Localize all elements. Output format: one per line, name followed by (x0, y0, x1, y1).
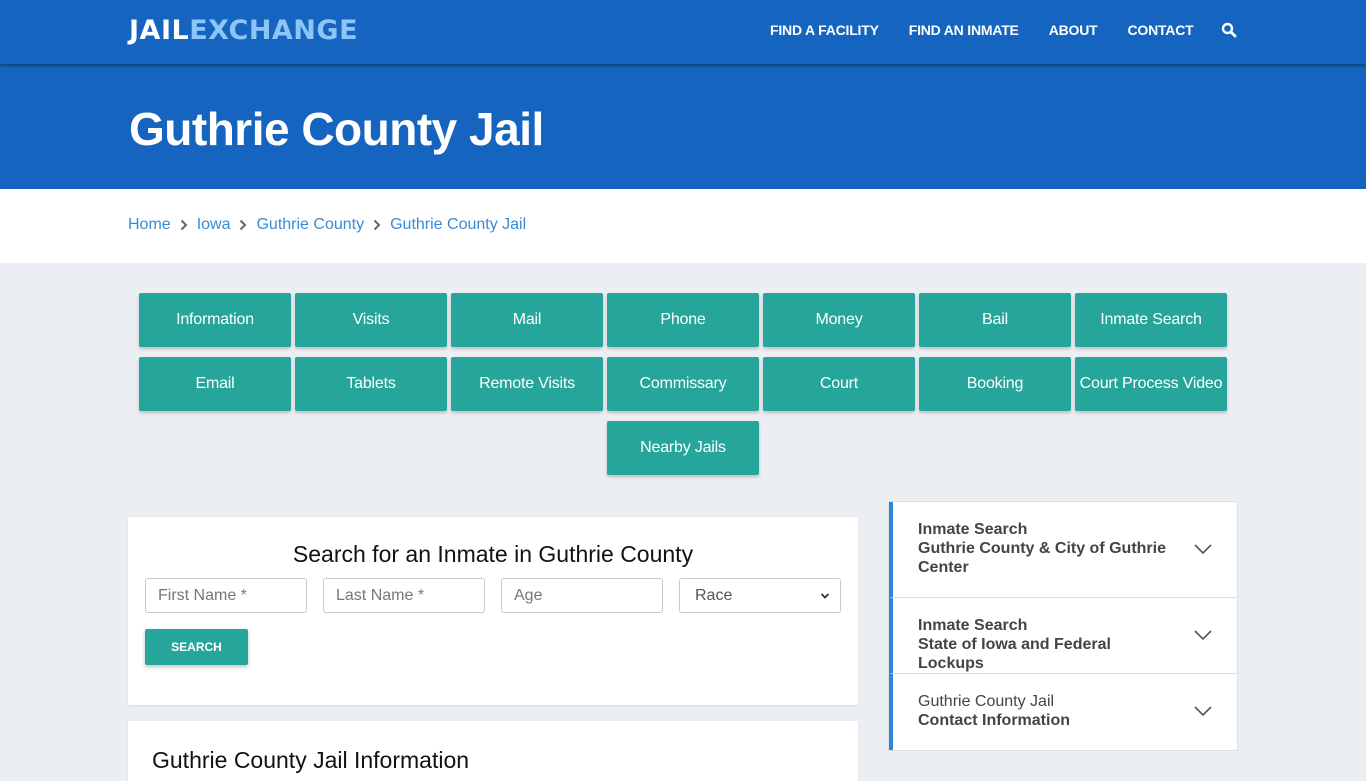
first-name-input[interactable] (145, 578, 307, 613)
tile-information[interactable]: Information (139, 293, 291, 347)
tile-inmate-search[interactable]: Inmate Search (1075, 293, 1227, 347)
chevron-right-icon (234, 217, 252, 233)
logo-jail: JAIL (129, 15, 190, 46)
nav-find-a-facility[interactable]: FIND A FACILITY (770, 22, 879, 38)
tile-visits[interactable]: Visits (295, 293, 447, 347)
accordion-contact-information[interactable]: Guthrie County Jail Contact Information (889, 674, 1237, 750)
tile-email[interactable]: Email (139, 357, 291, 411)
accordion-line1: Guthrie County Jail (918, 693, 1055, 710)
breadcrumb-guthrie-county[interactable]: Guthrie County (256, 216, 364, 234)
tile-commissary[interactable]: Commissary (607, 357, 759, 411)
chevron-right-icon (175, 217, 193, 233)
chevron-down-icon (820, 587, 830, 605)
breadcrumb-guthrie-county-jail[interactable]: Guthrie County Jail (390, 216, 526, 234)
tile-nearby-jails[interactable]: Nearby Jails (607, 421, 759, 475)
breadcrumb-bar: Home Iowa Guthrie County Guthrie County … (0, 189, 1366, 263)
tile-bail[interactable]: Bail (919, 293, 1071, 347)
race-select[interactable]: Race (679, 578, 841, 613)
chevron-right-icon (368, 217, 386, 233)
tile-court[interactable]: Court (763, 357, 915, 411)
search-button[interactable]: SEARCH (145, 629, 248, 665)
page-title: Guthrie County Jail (129, 103, 544, 155)
tile-tablets[interactable]: Tablets (295, 357, 447, 411)
site-logo[interactable]: JAILEXCHANGE (129, 15, 358, 46)
nav-contact[interactable]: CONTACT (1127, 22, 1193, 38)
nav-find-an-inmate[interactable]: FIND AN INMATE (909, 22, 1019, 38)
breadcrumb-home[interactable]: Home (128, 216, 171, 234)
accordion-state-inmate-search[interactable]: Inmate Search State of Iowa and Federal … (889, 598, 1237, 674)
search-icon[interactable] (1221, 22, 1237, 38)
accordion-line1: Inmate Search (918, 521, 1028, 538)
breadcrumb-iowa[interactable]: Iowa (197, 216, 231, 234)
accordion-line2: Guthrie County & City of Guthrie Center (918, 540, 1166, 576)
accordion-line1: Inmate Search (918, 617, 1028, 634)
inmate-search-card: Search for an Inmate in Guthrie County R… (128, 517, 858, 705)
tile-court-process-video[interactable]: Court Process Video (1075, 357, 1227, 411)
tile-booking[interactable]: Booking (919, 357, 1071, 411)
chevron-down-icon (1193, 704, 1213, 718)
logo-exchange: EXCHANGE (189, 15, 359, 46)
facility-topic-tiles: Information Visits Mail Phone Money Bail… (137, 293, 1229, 485)
jail-information-card: Guthrie County Jail Information (128, 721, 858, 781)
top-navbar: JAILEXCHANGE FIND A FACILITY FIND AN INM… (0, 0, 1366, 64)
race-select-value: Race (695, 586, 733, 604)
accordion-line2: Contact Information (918, 712, 1070, 729)
tile-mail[interactable]: Mail (451, 293, 603, 347)
last-name-input[interactable] (323, 578, 485, 613)
tile-money[interactable]: Money (763, 293, 915, 347)
search-card-title: Search for an Inmate in Guthrie County (292, 541, 694, 567)
chevron-down-icon (1193, 628, 1213, 642)
nav-about[interactable]: ABOUT (1049, 22, 1098, 38)
tile-remote-visits[interactable]: Remote Visits (451, 357, 603, 411)
tile-phone[interactable]: Phone (607, 293, 759, 347)
accordion-line2: State of Iowa and Federal Lockups (918, 636, 1111, 672)
page-hero: Guthrie County Jail (0, 64, 1366, 189)
age-input[interactable] (501, 578, 663, 613)
sidebar-accordion: Inmate Search Guthrie County & City of G… (888, 501, 1238, 751)
info-section-title: Guthrie County Jail Information (152, 747, 470, 773)
breadcrumb: Home Iowa Guthrie County Guthrie County … (128, 216, 526, 234)
chevron-down-icon (1193, 542, 1213, 556)
accordion-county-inmate-search[interactable]: Inmate Search Guthrie County & City of G… (889, 502, 1237, 598)
main-nav: FIND A FACILITY FIND AN INMATE ABOUT CON… (770, 22, 1237, 38)
